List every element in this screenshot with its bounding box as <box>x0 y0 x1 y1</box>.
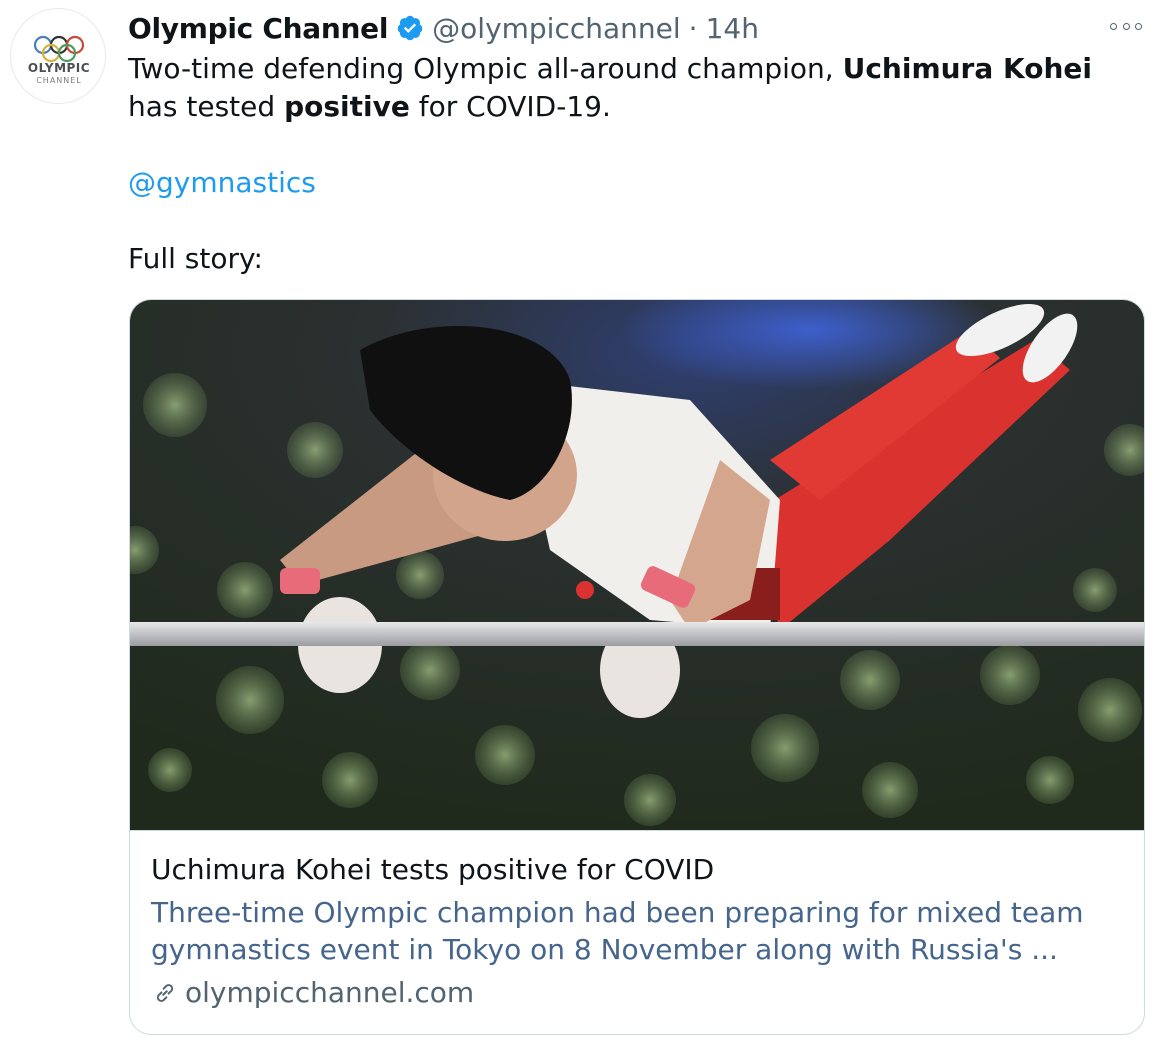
timestamp[interactable]: 14h <box>706 12 759 45</box>
tweet-header: Olympic Channel @olympicchannel · 14h <box>128 8 759 48</box>
tweet-text-part: has tested <box>128 90 285 123</box>
card-description-text: Three-time Olympic champion had been pre… <box>151 896 1084 966</box>
link-icon <box>156 983 174 1002</box>
avatar[interactable]: OLYMPIC CHANNEL <box>10 8 106 104</box>
verified-badge-icon <box>397 15 423 41</box>
tweet-bold-name: Uchimura Kohei <box>842 52 1092 85</box>
tweet-text-part: Two-time defending Olympic all-around ch… <box>128 52 843 85</box>
tweet-text: Two-time defending Olympic all-around ch… <box>128 50 1138 278</box>
full-story-label: Full story: <box>128 242 263 275</box>
avatar-brand-subtext: CHANNEL <box>36 76 82 85</box>
olympic-rings-icon <box>33 35 85 63</box>
card-body[interactable]: Uchimura Kohei tests positive for COVID … <box>130 830 1144 1034</box>
author-handle[interactable]: @olympicchannel <box>432 12 681 45</box>
more-options-icon[interactable] <box>1110 16 1142 36</box>
card-description[interactable]: Three-time Olympic champion had been pre… <box>151 894 1131 968</box>
card-domain[interactable]: olympicchannel.com <box>151 976 474 1009</box>
display-name[interactable]: Olympic Channel <box>128 12 388 45</box>
tweet-text-part: for COVID-19. <box>409 90 611 123</box>
card-domain-text: olympicchannel.com <box>185 976 475 1009</box>
card-title[interactable]: Uchimura Kohei tests positive for COVID <box>151 853 714 886</box>
mention-link[interactable]: @gymnastics <box>128 166 316 199</box>
tweet-bold-positive: positive <box>284 90 410 123</box>
separator-dot: · <box>688 11 698 45</box>
avatar-brand-text: OLYMPIC <box>27 61 91 75</box>
card-image[interactable] <box>130 300 1145 830</box>
link-preview-card[interactable]: Uchimura Kohei tests positive for COVID … <box>129 299 1145 1035</box>
